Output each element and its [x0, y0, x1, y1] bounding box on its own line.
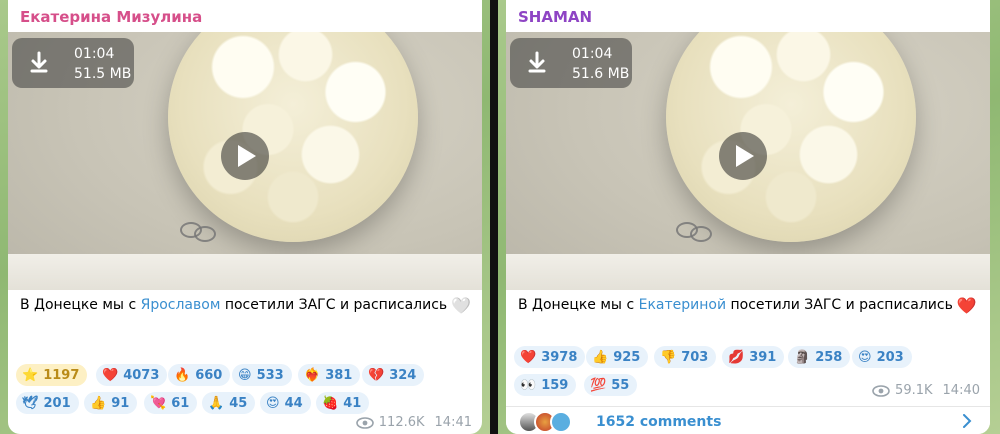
reaction-dove[interactable]: 🕊 201 [16, 392, 79, 414]
message-meta: 59.1K 14:40 [872, 383, 980, 398]
reaction-star[interactable]: ⭐ 1197 [16, 364, 88, 386]
reaction-thumbs-down[interactable]: 👎 703 [654, 346, 717, 368]
message-bubble[interactable]: Екатерина Мизулина 01:04 51.5 MB В Донец… [8, 0, 482, 434]
play-button[interactable] [221, 132, 269, 180]
message-time: 14:40 [942, 383, 980, 398]
mention-link[interactable]: Екатериной [639, 297, 726, 313]
video-duration: 01:04 [74, 46, 115, 62]
chat-pane-left: Екатерина Мизулина 01:04 51.5 MB В Донец… [0, 0, 490, 434]
reaction-thumbs-up[interactable]: 👍 925 [586, 346, 649, 368]
chat-pane-right: SHAMAN 01:04 51.6 MB В Донецке мы с Екат… [498, 0, 1000, 434]
commenter-avatars [518, 411, 588, 434]
reaction-broken-heart[interactable]: 💔 324 [362, 364, 425, 386]
play-icon [238, 145, 256, 167]
eye-icon [872, 384, 890, 397]
chevron-right-icon [963, 414, 972, 428]
comments-button[interactable]: 1652 comments [506, 406, 990, 434]
download-icon [30, 51, 48, 73]
avatar [550, 411, 572, 433]
reaction-heart-eyes[interactable]: 😍 44 [260, 392, 311, 414]
download-button[interactable]: 01:04 51.6 MB [510, 38, 632, 88]
reaction-strawberry[interactable]: 🍓 41 [316, 392, 370, 414]
message-time: 14:41 [434, 415, 472, 430]
reaction-moai[interactable]: 🗿 258 [788, 346, 851, 368]
caption-text: В Донецке мы с [518, 297, 639, 313]
message-bubble[interactable]: SHAMAN 01:04 51.6 MB В Донецке мы с Екат… [506, 0, 990, 434]
reaction-heart-arrow[interactable]: 💘 61 [144, 392, 198, 414]
channel-author-name[interactable]: Екатерина Мизулина [20, 8, 202, 26]
red-heart-icon: ❤️ [956, 296, 977, 315]
bouquet-image [168, 32, 418, 242]
view-count: 59.1K [895, 383, 933, 398]
reaction-thumbs-up[interactable]: 👍 91 [84, 392, 138, 414]
caption-text: посетили ЗАГС и расписались [220, 297, 448, 313]
reaction-heart[interactable]: ❤️ 4073 [96, 364, 168, 386]
video-thumbnail[interactable]: 01:04 51.6 MB [506, 32, 990, 290]
download-button[interactable]: 01:04 51.5 MB [12, 38, 134, 88]
reaction-heart-fire[interactable]: ❤️‍🔥 381 [298, 364, 361, 386]
reaction-fire[interactable]: 🔥 660 [168, 364, 231, 386]
reaction-heart-eyes[interactable]: 😍 203 [852, 346, 912, 368]
table-surface [506, 254, 990, 290]
bouquet-image [666, 32, 916, 242]
view-count: 112.6K [378, 415, 425, 430]
comments-count: 1652 comments [596, 414, 722, 430]
video-file-size: 51.5 MB [74, 66, 132, 82]
download-icon [528, 51, 546, 73]
video-duration: 01:04 [572, 46, 613, 62]
reaction-hundred[interactable]: 💯 55 [584, 374, 638, 396]
video-thumbnail[interactable]: 01:04 51.5 MB [8, 32, 482, 290]
channel-author-name[interactable]: SHAMAN [518, 8, 592, 26]
reaction-pray[interactable]: 🙏 45 [202, 392, 256, 414]
ring-icon [690, 226, 712, 242]
caption-text: посетили ЗАГС и расписались [726, 297, 953, 313]
reaction-heart[interactable]: ❤️ 3978 [514, 346, 586, 368]
reaction-kiss[interactable]: 💋 391 [722, 346, 785, 368]
message-caption: В Донецке мы с Екатериной посетили ЗАГС … [518, 296, 977, 315]
reaction-grin[interactable]: 😁 533 [232, 364, 292, 386]
play-button[interactable] [719, 132, 767, 180]
play-icon [736, 145, 754, 167]
ring-icon [194, 226, 216, 242]
message-meta: 112.6K 14:41 [355, 415, 472, 430]
message-caption: В Донецке мы с Ярославом посетили ЗАГС и… [20, 296, 471, 315]
white-heart-icon: 🤍 [451, 296, 472, 315]
mention-link[interactable]: Ярославом [141, 297, 221, 313]
video-file-size: 51.6 MB [572, 66, 630, 82]
eye-icon [355, 416, 374, 429]
reaction-eyes[interactable]: 👀 159 [514, 374, 577, 396]
table-surface [8, 254, 482, 290]
pane-divider [490, 0, 498, 434]
caption-text: В Донецке мы с [20, 297, 141, 313]
